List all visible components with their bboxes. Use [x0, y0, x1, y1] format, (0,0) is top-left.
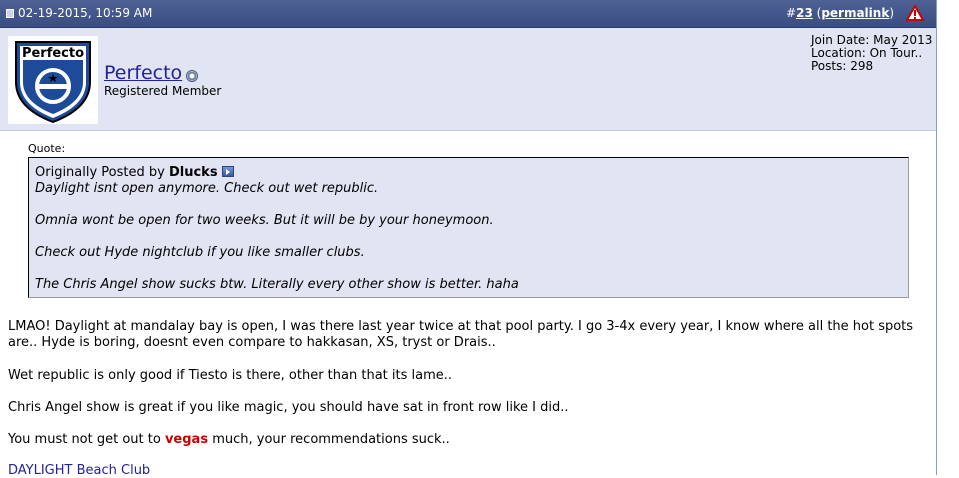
quote-attribution: Originally Posted by Dlucks	[35, 165, 234, 180]
message-text: much, your recommendations suck..	[208, 432, 450, 447]
paren-close: )	[889, 6, 894, 20]
offline-status-icon	[186, 70, 198, 82]
originally-posted-by-label: Originally Posted by	[35, 165, 169, 180]
svg-text:Perfecto: Perfecto	[22, 46, 84, 61]
post-header-bar: 02-19-2015, 10:59 AM #23 (permalink)	[0, 0, 936, 28]
warning-triangle-icon[interactable]	[906, 5, 924, 21]
avatar[interactable]: Perfecto	[8, 36, 98, 124]
quote-label: Quote:	[28, 142, 66, 155]
quote-author: Dlucks	[168, 165, 218, 180]
post-number-link[interactable]: 23	[796, 6, 813, 20]
post-number-area: #23 (permalink)	[786, 6, 894, 20]
view-post-arrow-icon[interactable]	[221, 166, 234, 177]
user-info-panel: Perfecto Perfecto Registered Member Join…	[0, 28, 936, 131]
post-date: 02-19-2015, 10:59 AM	[18, 6, 153, 20]
message-paragraph: LMAO! Daylight at mandalay bay is open, …	[8, 319, 914, 350]
message-text: You must not get out to	[8, 432, 165, 447]
post-count: Posts: 298	[811, 59, 874, 73]
quote-box: Originally Posted by Dlucks Daylight isn…	[28, 157, 909, 298]
quote-line: The Chris Angel show sucks btw. Literall…	[35, 277, 519, 292]
highlighted-word: vegas	[164, 432, 209, 447]
username-link[interactable]: Perfecto	[104, 62, 182, 84]
forum-post: 02-19-2015, 10:59 AM #23 (permalink) Per…	[0, 0, 937, 478]
message-paragraph: You must not get out to vegas much, your…	[8, 432, 923, 448]
message-paragraph: Wet republic is only good if Tiesto is t…	[8, 368, 453, 383]
quote-line: Check out Hyde nightclub if you like sma…	[35, 245, 365, 260]
user-stats: Join Date: May 2013 Location: On Tour.. …	[811, 34, 932, 73]
document-icon	[6, 9, 14, 18]
post-number-prefix: #	[786, 6, 797, 20]
permalink-link[interactable]: permalink	[821, 6, 889, 20]
signature-link[interactable]: DAYLIGHT Beach Club	[8, 463, 150, 478]
message-paragraph: Chris Angel show is great if you like ma…	[8, 400, 569, 415]
quote-line: Daylight isnt open anymore. Check out we…	[35, 181, 379, 196]
user-title: Registered Member	[104, 84, 222, 98]
perfecto-shield-logo: Perfecto	[15, 41, 91, 124]
quote-line: Omnia wont be open for two weeks. But it…	[35, 213, 494, 228]
